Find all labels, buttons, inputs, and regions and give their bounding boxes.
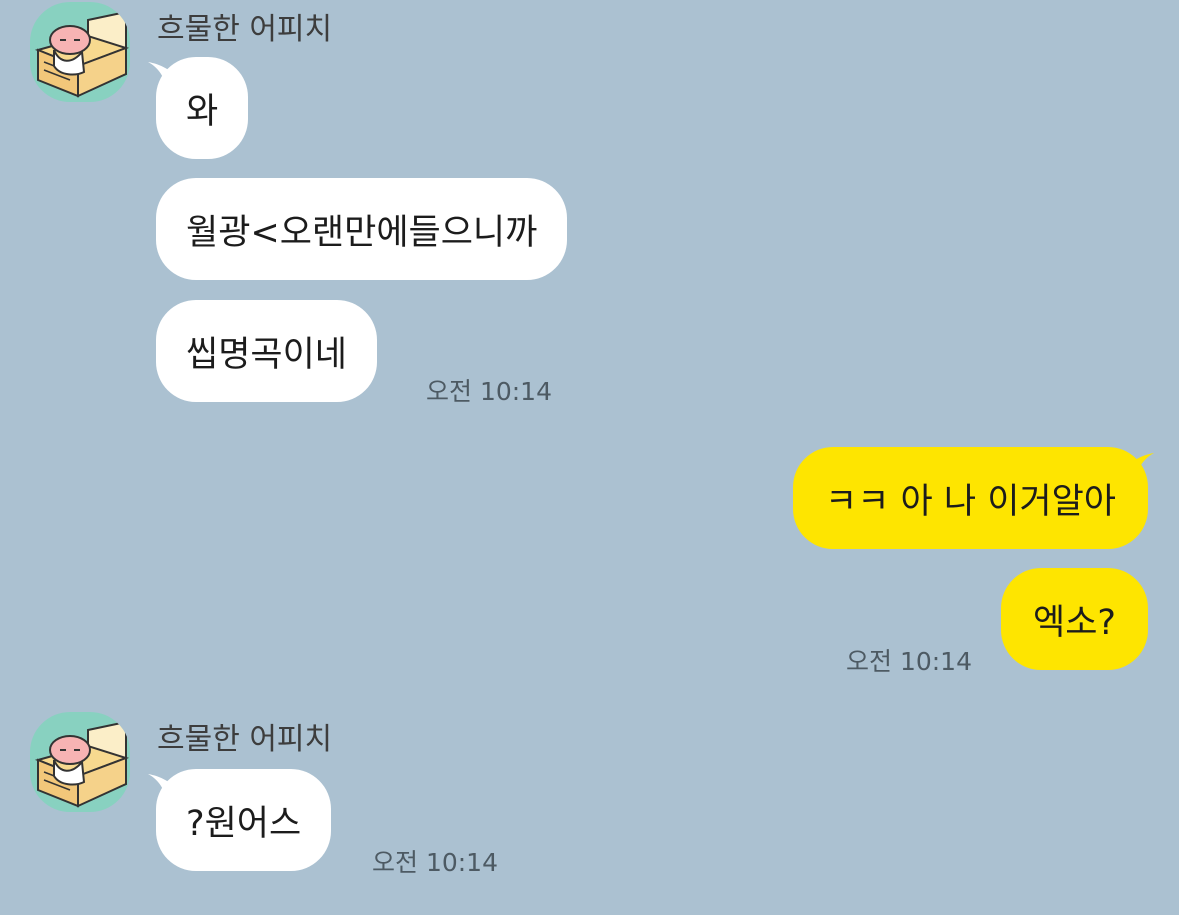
message-bubble[interactable]: ㅋㅋ 아 나 이거알아: [793, 447, 1148, 549]
message-text: 와: [186, 91, 219, 132]
message-bubble[interactable]: 씹명곡이네: [156, 300, 378, 402]
message-text: 씹명곡이네: [186, 334, 348, 375]
message-timestamp: 오전 10:14: [846, 647, 972, 676]
message-timestamp: 오전 10:14: [426, 377, 552, 406]
message-timestamp: 오전 10:14: [372, 848, 498, 877]
message-bubble[interactable]: 엑소?: [1001, 568, 1148, 670]
message-bubble[interactable]: ?원어스: [156, 769, 332, 871]
avatar[interactable]: [30, 712, 130, 812]
apeach-on-sofa-icon: [30, 712, 130, 812]
sender-name: 흐물한 어피치: [157, 722, 333, 757]
avatar[interactable]: [30, 2, 130, 102]
apeach-on-sofa-icon: [30, 2, 130, 102]
message-text: ㅋㅋ 아 나 이거알아: [825, 481, 1116, 522]
message-text: 엑소?: [1033, 602, 1116, 643]
message-bubble[interactable]: 와: [156, 57, 249, 159]
chat-view: 흐물한 어피치 와 월광<오랜만에들으니까 씹명곡이네 오전 10:14 ㅋㅋ …: [0, 0, 1179, 915]
message-text: 월광<오랜만에들으니까: [186, 212, 538, 253]
message-text: ?원어스: [186, 803, 302, 844]
sender-name: 흐물한 어피치: [157, 12, 333, 47]
message-bubble[interactable]: 월광<오랜만에들으니까: [156, 178, 568, 280]
